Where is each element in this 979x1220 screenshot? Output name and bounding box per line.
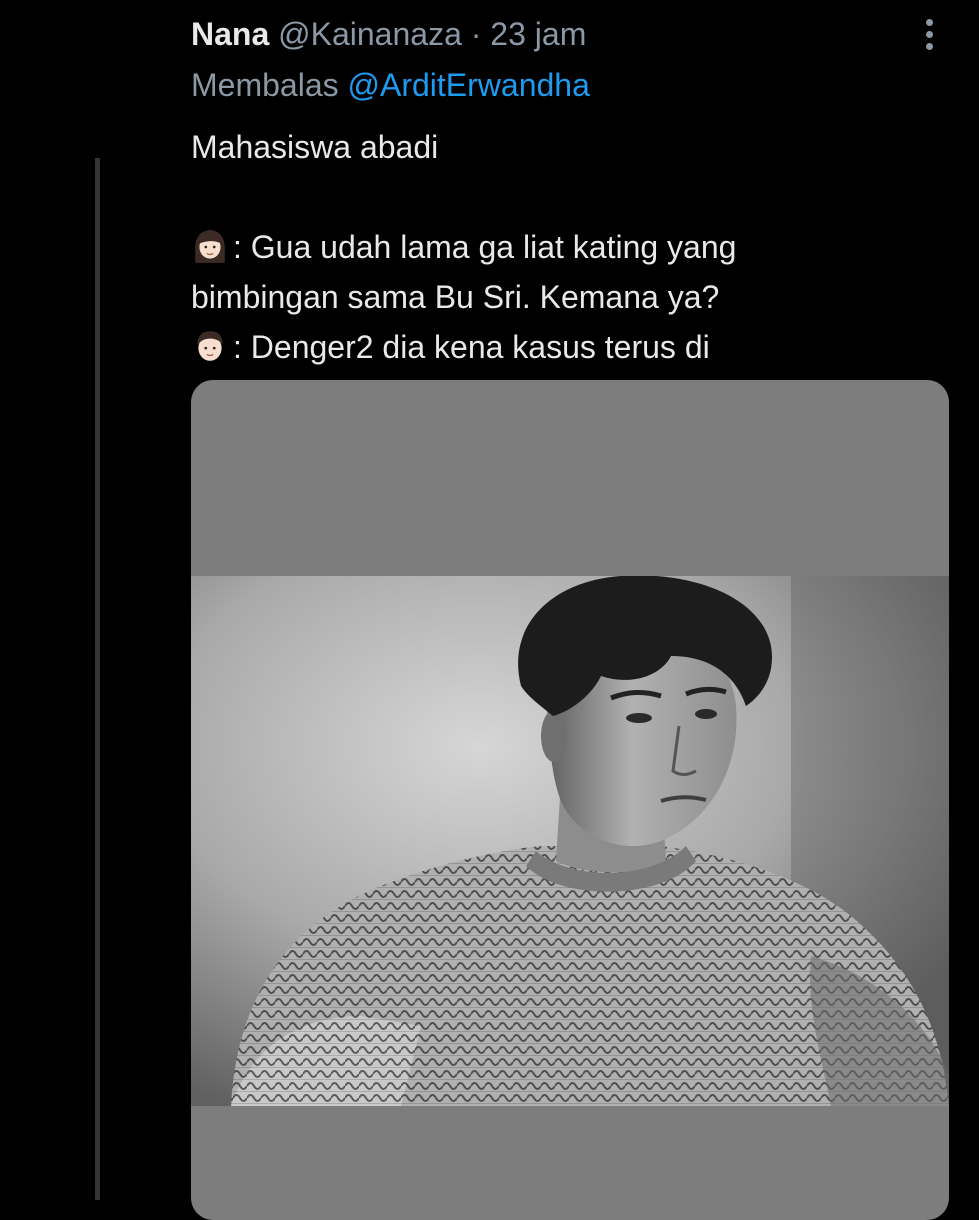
portrait-photo[interactable]: [191, 576, 949, 1106]
tweet-text: Mahasiswa abadi : Gua udah lama ga liat …: [191, 122, 931, 372]
tweet-text-line-4-text: : Denger2 dia kena kasus terus di: [233, 329, 710, 365]
tweet-text-line-4: : Denger2 dia kena kasus terus di: [191, 322, 931, 372]
tweet-media[interactable]: [191, 380, 949, 1220]
header-separator: ·: [470, 16, 482, 52]
reply-mention-link[interactable]: @ArditErwandha: [348, 67, 590, 103]
thread-connector-line: [95, 158, 100, 1200]
reply-context: Membalas @ArditErwandha: [191, 65, 590, 105]
reply-prefix: Membalas: [191, 67, 339, 103]
tweet-text-line-2-text: : Gua udah lama ga liat kating yang: [233, 229, 737, 265]
man-emoji-icon: [197, 331, 223, 361]
tweet-header: Nana @Kainanaza · 23 jam: [191, 14, 586, 54]
more-vertical-icon[interactable]: [909, 14, 949, 54]
display-name[interactable]: Nana: [191, 16, 269, 52]
tweet-text-line-1: Mahasiswa abadi: [191, 129, 439, 165]
tweet-timestamp[interactable]: 23 jam: [490, 16, 586, 52]
tweet-text-line-3: bimbingan sama Bu Sri. Kemana ya?: [191, 279, 720, 315]
woman-emoji-icon: [195, 230, 225, 263]
user-handle[interactable]: @Kainanaza: [278, 16, 462, 52]
tweet-text-line-2: : Gua udah lama ga liat kating yang: [191, 222, 931, 272]
